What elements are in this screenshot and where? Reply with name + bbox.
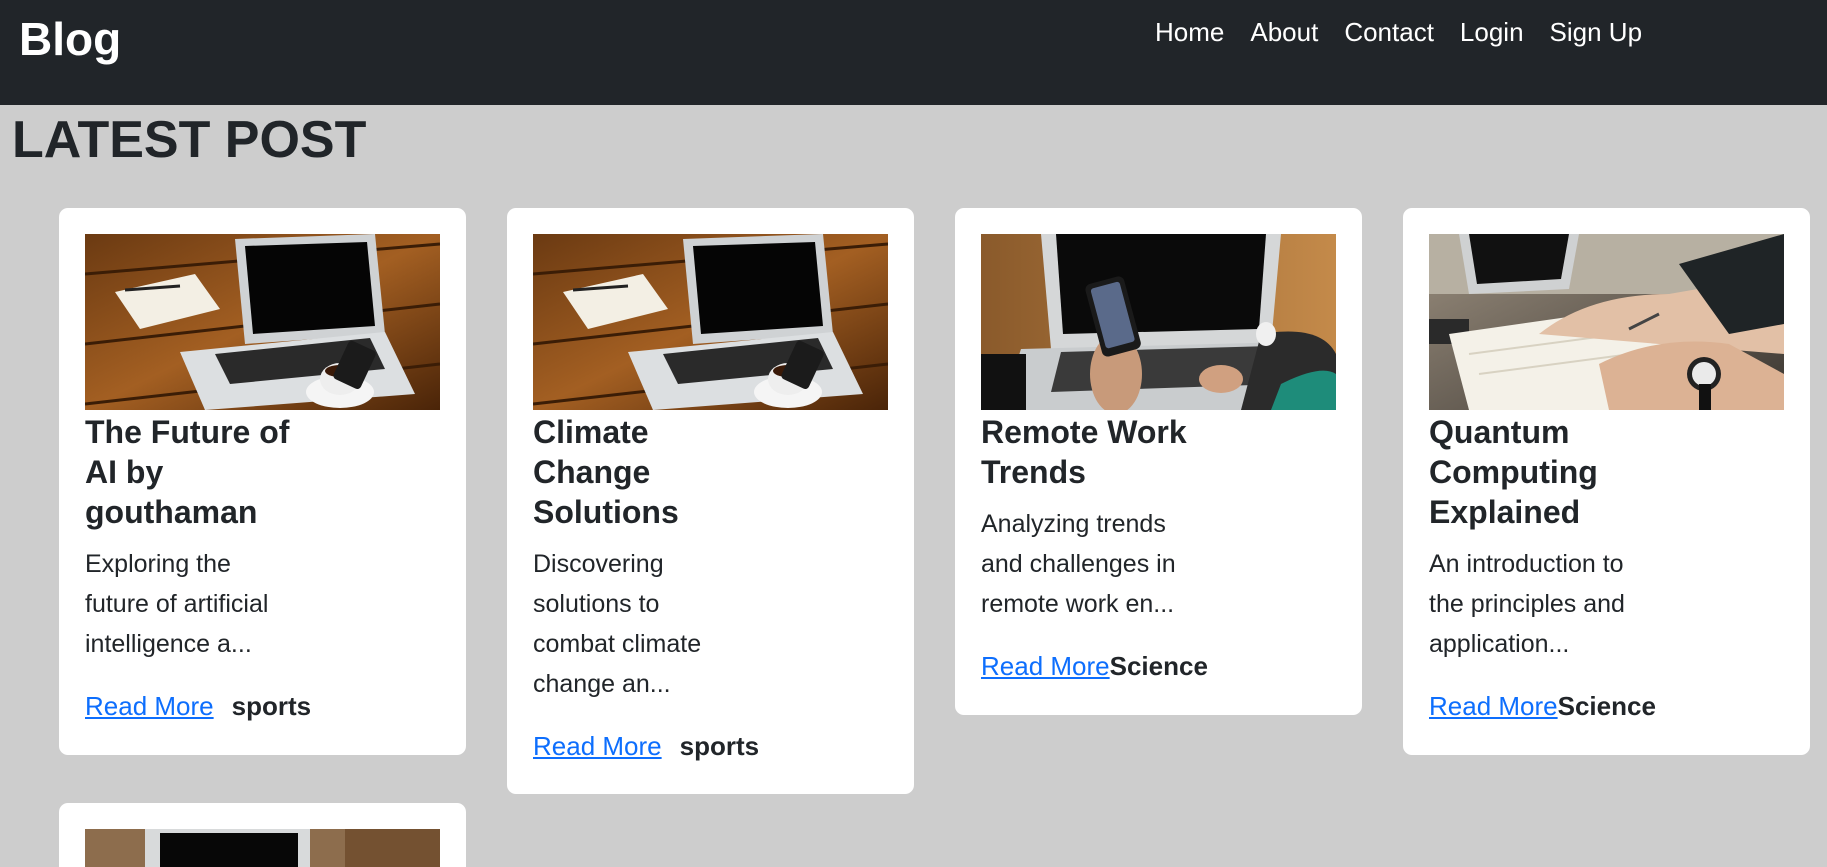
nav-about-link[interactable]: About [1250,14,1318,50]
post-image-phone-laptop[interactable] [981,234,1336,410]
post-footer: Read MoreScience [981,648,1336,684]
section-title: LATEST POST [12,111,367,169]
post-category: sports [231,691,312,721]
post-title[interactable]: Remote Work Trends [981,412,1201,492]
post-excerpt: An introduction to the principles and ap… [1429,550,1625,658]
post-title[interactable]: Quantum Computing Explained [1429,412,1649,532]
post-excerpt: Exploring the future of artificial intel… [85,550,269,658]
post-category: sports [679,731,760,761]
post-card [59,803,466,867]
post-category: Science [1109,651,1208,681]
nav-home-link[interactable]: Home [1155,14,1224,50]
post-card: Climate Change Solutions Discovering sol… [507,208,914,794]
post-excerpt: Analyzing trends and challenges in remot… [981,510,1176,618]
nav-contact-link[interactable]: Contact [1344,14,1434,50]
post-card: Remote Work Trends Analyzing trends and … [955,208,1362,715]
nav-signup-link[interactable]: Sign Up [1550,14,1643,50]
read-more-link[interactable]: Read More [1429,691,1558,721]
nav-login-link[interactable]: Login [1460,14,1524,50]
read-more-link[interactable]: Read More [533,731,662,761]
post-category: Science [1557,691,1656,721]
top-navbar: Blog Home About Contact Login Sign Up [0,0,1827,105]
post-title[interactable]: The Future of AI by gouthaman [85,412,305,532]
post-image-laptop-coffee[interactable] [533,234,888,410]
read-more-link[interactable]: Read More [85,691,214,721]
post-image-laptop-coffee[interactable] [85,234,440,410]
post-image-laptop-blurred[interactable] [85,829,440,867]
post-image-notebook-writing[interactable] [1429,234,1784,410]
post-excerpt: Discovering solutions to combat climate … [533,550,702,698]
post-footer: Read More sports [533,728,888,764]
post-footer: Read More sports [85,688,440,724]
brand-logo-link[interactable]: Blog [19,14,121,64]
read-more-link[interactable]: Read More [981,651,1110,681]
post-footer: Read MoreScience [1429,688,1784,724]
post-card: The Future of AI by gouthaman Exploring … [59,208,466,755]
nav-links: Home About Contact Login Sign Up [1155,14,1642,50]
post-card: Quantum Computing Explained An introduct… [1403,208,1810,755]
post-title[interactable]: Climate Change Solutions [533,412,753,532]
